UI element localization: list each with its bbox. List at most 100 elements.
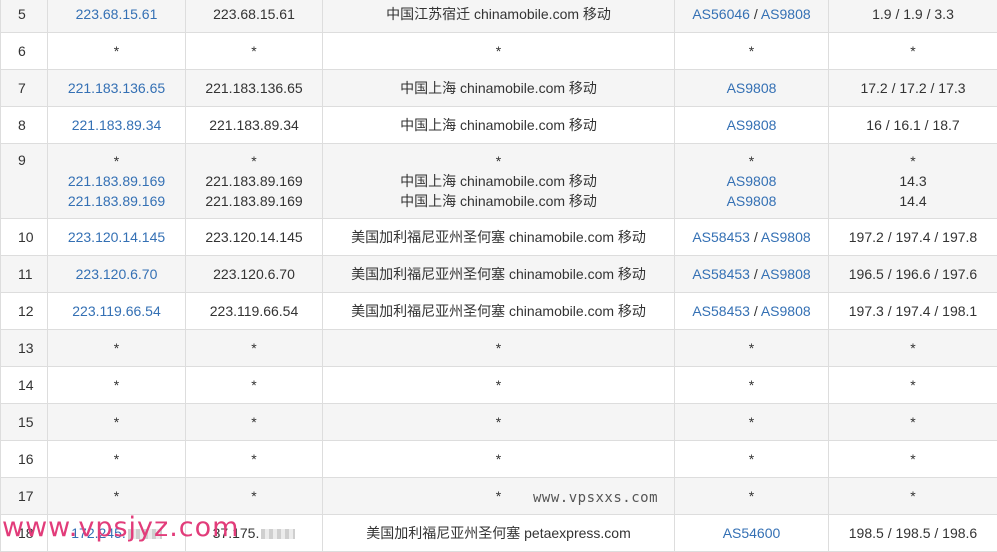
location-text: 中国上海 chinamobile.com 移动 <box>400 173 597 189</box>
ip-link[interactable]: 223.120.14.145 <box>68 229 165 245</box>
table-row: 11223.120.6.70223.120.6.70美国加利福尼亚州圣何塞 ch… <box>1 256 997 293</box>
hop-label: 8 <box>18 117 26 133</box>
asn-link[interactable]: AS9808 <box>727 173 777 189</box>
traceroute-table: 5223.68.15.61223.68.15.61中国江苏宿迁 chinamob… <box>0 0 997 552</box>
ip-link[interactable]: 223.120.6.70 <box>76 266 158 282</box>
table-row: 12223.119.66.54223.119.66.54美国加利福尼亚州圣何塞 … <box>1 293 997 330</box>
asn-link[interactable]: AS58453 <box>692 229 750 245</box>
hop-label: 17 <box>18 488 34 504</box>
hostname-text: * <box>251 340 256 356</box>
asn-cell: AS58453 / AS9808 <box>675 293 829 330</box>
asn-link[interactable]: AS56046 <box>692 6 750 22</box>
table-row: 5223.68.15.61223.68.15.61中国江苏宿迁 chinamob… <box>1 0 997 33</box>
latency-text: * <box>910 377 915 393</box>
asn-link[interactable]: AS9808 <box>727 193 777 209</box>
ip-star: * <box>114 43 119 59</box>
ip-link[interactable]: 223.68.15.61 <box>76 6 158 22</box>
hostname-text: 223.68.15.61 <box>213 6 295 22</box>
asn-link[interactable]: AS58453 <box>692 266 750 282</box>
hostname-cell: * <box>186 33 323 70</box>
hop-label: 6 <box>18 43 26 59</box>
asn-star: * <box>749 488 754 504</box>
ip-link[interactable]: 221.183.89.169 <box>68 193 165 209</box>
asn-link[interactable]: AS9808 <box>761 266 811 282</box>
ip-star: * <box>114 414 119 430</box>
ip-cell: * 221.183.89.169 221.183.89.169 <box>48 144 186 219</box>
location-cell: 美国加利福尼亚州圣何塞 petaexpress.com <box>323 515 675 552</box>
asn-link[interactable]: AS9808 <box>761 6 811 22</box>
hop-label: 10 <box>18 229 34 245</box>
asn-cell: AS58453 / AS9808 <box>675 219 829 256</box>
ip-cell: 221.183.136.65 <box>48 70 186 107</box>
ip-link[interactable]: 221.183.136.65 <box>68 80 165 96</box>
hop-number: 18 <box>1 515 48 552</box>
asn-cell: AS54600 <box>675 515 829 552</box>
hostname-cell: 223.120.6.70 <box>186 256 323 293</box>
hop-number: 15 <box>1 404 48 441</box>
ip-star: * <box>114 451 119 467</box>
hop-number: 16 <box>1 441 48 478</box>
ip-star: * <box>114 488 119 504</box>
ip-cell: 223.119.66.54 <box>48 293 186 330</box>
location-text: 中国上海 chinamobile.com 移动 <box>400 117 597 133</box>
location-text: * <box>496 153 501 169</box>
table-row: 7221.183.136.65221.183.136.65中国上海 chinam… <box>1 70 997 107</box>
hop-number: 5 <box>1 0 48 33</box>
location-cell: 中国上海 chinamobile.com 移动 <box>323 107 675 144</box>
latency-text: * <box>910 340 915 356</box>
latency-cell: *14.314.4 <box>829 144 997 219</box>
ip-link[interactable]: 223.119.66.54 <box>72 303 161 319</box>
location-cell: 中国上海 chinamobile.com 移动 <box>323 70 675 107</box>
latency-cell: * <box>829 441 997 478</box>
latency-cell: 198.5 / 198.5 / 198.6 <box>829 515 997 552</box>
ip-link[interactable]: 221.183.89.34 <box>72 117 162 133</box>
ip-cell: 223.68.15.61 <box>48 0 186 33</box>
asn-link[interactable]: AS58453 <box>692 303 750 319</box>
table-row: 10223.120.14.145223.120.14.145美国加利福尼亚州圣何… <box>1 219 997 256</box>
ip-cell: 172.245. <box>48 515 186 552</box>
ip-cell: * <box>48 478 186 515</box>
hop-label: 18 <box>18 525 34 541</box>
asn-link[interactable]: AS9808 <box>761 229 811 245</box>
latency-cell: * <box>829 33 997 70</box>
asn-link[interactable]: AS9808 <box>727 80 777 96</box>
table-row: 15***** <box>1 404 997 441</box>
hop-label: 5 <box>18 6 26 22</box>
asn-separator: / <box>750 303 761 319</box>
ip-star: * <box>114 340 119 356</box>
ip-star: * <box>114 153 119 169</box>
location-text: * <box>496 340 501 356</box>
asn-star: * <box>749 377 754 393</box>
hop-number: 11 <box>1 256 48 293</box>
hop-number: 9 <box>1 144 48 219</box>
latency-text: * <box>910 488 915 504</box>
asn-link[interactable]: AS9808 <box>727 117 777 133</box>
hostname-text: 221.183.136.65 <box>205 80 302 96</box>
hop-label: 11 <box>18 266 33 282</box>
masked-host-blur <box>261 529 295 539</box>
table-row: 13 * * * * * <box>1 330 997 367</box>
ip-cell: * <box>48 441 186 478</box>
asn-separator: / <box>750 6 761 22</box>
hostname-cell: * <box>186 478 323 515</box>
ip-link[interactable]: 172.245. <box>71 525 126 541</box>
hop-number: 13 <box>1 330 48 367</box>
location-text: 中国上海 chinamobile.com 移动 <box>400 193 597 209</box>
ip-cell: * <box>48 33 186 70</box>
hop-number: 14 <box>1 367 48 404</box>
asn-link[interactable]: AS9808 <box>761 303 811 319</box>
asn-star: * <box>749 451 754 467</box>
asn-link[interactable]: AS54600 <box>723 525 781 541</box>
hostname-cell: 223.119.66.54 <box>186 293 323 330</box>
location-cell: * <box>323 330 675 367</box>
location-cell: * <box>323 367 675 404</box>
latency-text: 14.3 <box>899 173 926 189</box>
ip-link[interactable]: 221.183.89.169 <box>68 173 165 189</box>
asn-star: * <box>749 414 754 430</box>
asn-cell: * <box>675 441 829 478</box>
latency-text: 1.9 / 1.9 / 3.3 <box>872 6 954 22</box>
hostname-text: 223.120.14.145 <box>205 229 302 245</box>
latency-text: 198.5 / 198.5 / 198.6 <box>849 525 977 541</box>
asn-cell: * <box>675 330 829 367</box>
hostname-text: 221.183.89.169 <box>205 173 302 189</box>
